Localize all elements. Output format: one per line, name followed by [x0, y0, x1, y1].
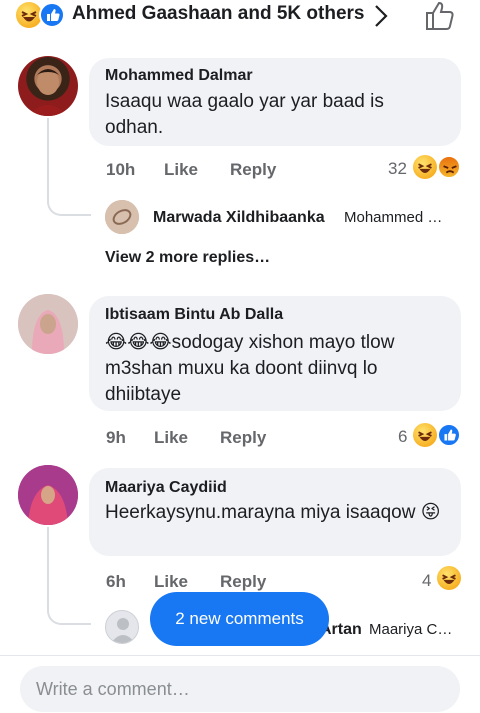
haha-icon: [437, 566, 461, 590]
reaction-count[interactable]: 4: [422, 571, 431, 591]
comment-time: 10h: [106, 160, 136, 179]
thread-curve: [47, 597, 91, 625]
reply-author[interactable]: Marwada Xildhibaanka: [153, 209, 325, 227]
thread-line: [47, 118, 49, 198]
avatar[interactable]: [18, 465, 78, 525]
reaction-count[interactable]: 6: [398, 427, 407, 447]
new-comments-button[interactable]: 2 new comments: [150, 592, 329, 646]
reaction-icons: [16, 2, 65, 28]
thread-curve: [47, 188, 91, 216]
comment-time: 6h: [106, 572, 126, 591]
angry-icon: [437, 155, 461, 179]
reactions-bar[interactable]: Ahmed Gaashaan and 5K others: [0, 0, 480, 34]
avatar[interactable]: [18, 294, 78, 354]
view-more-replies-link[interactable]: View 2 more replies…: [105, 249, 270, 267]
thread-line: [47, 527, 49, 607]
reply-button[interactable]: Reply: [230, 160, 276, 180]
thumbs-up-outline-icon[interactable]: [424, 0, 458, 37]
reaction-summary[interactable]: Ahmed Gaashaan and 5K others: [72, 3, 364, 25]
comment-composer-bar: Write a comment…: [0, 655, 480, 713]
haha-icon: [413, 155, 437, 179]
comment-text: Isaaqu waa gaalo yar yar baad is odhan.: [105, 91, 384, 138]
comment-text: 😂😂😂sodogay xishon mayo tlow m3shan muxu …: [105, 332, 395, 405]
avatar[interactable]: [18, 56, 78, 116]
like-button[interactable]: Like: [164, 160, 198, 180]
comment-author[interactable]: Maariya Caydiid: [105, 479, 227, 497]
comment-time: 9h: [106, 428, 126, 447]
like-icon: [437, 423, 461, 447]
comment-input[interactable]: Write a comment…: [20, 666, 460, 712]
like-icon: [39, 2, 65, 28]
comment-author[interactable]: Ibtisaam Bintu Ab Dalla: [105, 306, 283, 324]
comment-author[interactable]: Mohammed Dalmar: [105, 67, 253, 85]
reaction-count[interactable]: 32: [388, 159, 407, 179]
reply-snippet[interactable]: Maariya C…: [369, 621, 452, 638]
like-button[interactable]: Like: [154, 572, 188, 592]
default-avatar-icon[interactable]: [105, 610, 139, 644]
reply-button[interactable]: Reply: [220, 428, 266, 448]
chevron-right-icon[interactable]: [372, 2, 392, 35]
reply-snippet[interactable]: Mohammed …: [344, 209, 442, 226]
haha-icon: [413, 423, 437, 447]
avatar[interactable]: [105, 200, 139, 234]
comment-text: Heerkaysynu.marayna miya isaaqow 😝: [105, 502, 441, 523]
reply-button[interactable]: Reply: [220, 572, 266, 592]
like-button[interactable]: Like: [154, 428, 188, 448]
